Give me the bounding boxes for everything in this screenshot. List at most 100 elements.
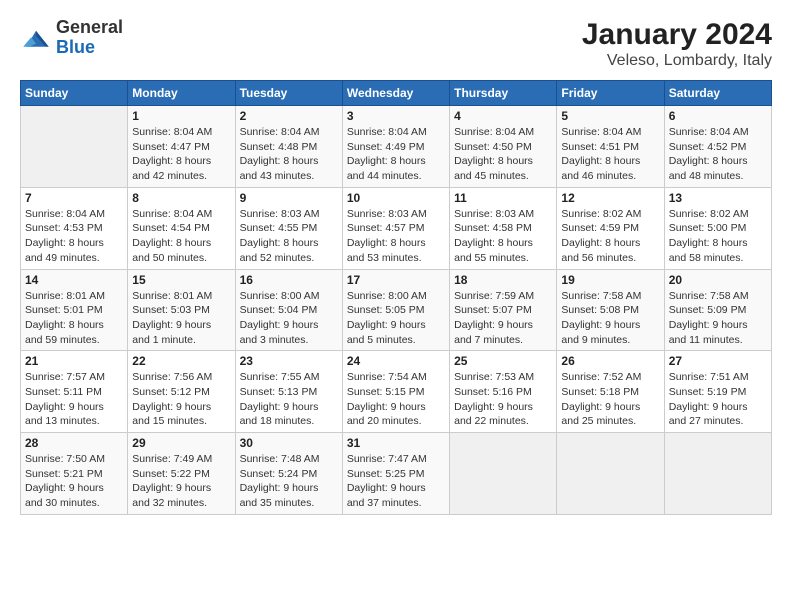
calendar-cell: 5 Sunrise: 8:04 AMSunset: 4:51 PMDaylight… — [557, 106, 664, 188]
calendar-cell: 22 Sunrise: 7:56 AMSunset: 5:12 PMDayligh… — [128, 351, 235, 433]
day-number: 20 — [669, 273, 767, 287]
calendar-cell: 29Sunrise: 7:49 AMSunset: 5:22 PMDayligh… — [128, 433, 235, 515]
day-info: Sunrise: 8:04 AMSunset: 4:54 PMDaylight:… — [132, 207, 230, 266]
calendar-cell: 2 Sunrise: 8:04 AMSunset: 4:48 PMDaylight… — [235, 106, 342, 188]
header: General Blue January 2024 Veleso, Lombar… — [20, 18, 772, 70]
day-info: Sunrise: 7:57 AMSunset: 5:11 PMDaylight:… — [25, 370, 123, 429]
calendar-cell: 8Sunrise: 8:04 AMSunset: 4:54 PMDaylight… — [128, 187, 235, 269]
day-number: 25 — [454, 354, 552, 368]
calendar-cell: 27Sunrise: 7:51 AMSunset: 5:19 PMDayligh… — [664, 351, 771, 433]
page-title: January 2024 — [582, 18, 772, 52]
day-number: 13 — [669, 191, 767, 205]
calendar-week-row: 7Sunrise: 8:04 AMSunset: 4:53 PMDaylight… — [21, 187, 772, 269]
day-number: 26 — [561, 354, 659, 368]
day-info: Sunrise: 8:01 AMSunset: 5:03 PMDaylight:… — [132, 289, 230, 348]
day-number: 6 — [669, 109, 767, 123]
day-info: Sunrise: 7:51 AMSunset: 5:19 PMDaylight:… — [669, 370, 767, 429]
calendar-cell: 14Sunrise: 8:01 AMSunset: 5:01 PMDayligh… — [21, 269, 128, 351]
day-info: Sunrise: 7:55 AMSunset: 5:13 PMDaylight:… — [240, 370, 338, 429]
day-info: Sunrise: 8:04 AMSunset: 4:49 PMDaylight:… — [347, 125, 445, 184]
calendar-cell: 10 Sunrise: 8:03 AMSunset: 4:57 PMDayligh… — [342, 187, 449, 269]
calendar-cell — [450, 433, 557, 515]
day-info: Sunrise: 8:03 AMSunset: 4:55 PMDaylight:… — [240, 207, 338, 266]
calendar-cell: 16 Sunrise: 8:00 AMSunset: 5:04 PMDayligh… — [235, 269, 342, 351]
weekday-header: Friday — [557, 81, 664, 106]
calendar-cell: 15 Sunrise: 8:01 AMSunset: 5:03 PMDayligh… — [128, 269, 235, 351]
calendar-cell — [21, 106, 128, 188]
page: General Blue January 2024 Veleso, Lombar… — [0, 0, 792, 612]
day-info: Sunrise: 8:04 AMSunset: 4:47 PMDaylight:… — [132, 125, 230, 184]
logo-general-text: General — [56, 17, 123, 37]
day-info: Sunrise: 7:58 AMSunset: 5:09 PMDaylight:… — [669, 289, 767, 348]
calendar-cell: 4Sunrise: 8:04 AMSunset: 4:50 PMDaylight… — [450, 106, 557, 188]
logo: General Blue — [20, 18, 123, 58]
day-number: 15 — [132, 273, 230, 287]
weekday-header: Tuesday — [235, 81, 342, 106]
day-info: Sunrise: 7:56 AMSunset: 5:12 PMDaylight:… — [132, 370, 230, 429]
calendar-week-row: 21Sunrise: 7:57 AMSunset: 5:11 PMDayligh… — [21, 351, 772, 433]
day-number: 19 — [561, 273, 659, 287]
day-number: 17 — [347, 273, 445, 287]
day-number: 18 — [454, 273, 552, 287]
day-number: 3 — [347, 109, 445, 123]
day-number: 23 — [240, 354, 338, 368]
day-info: Sunrise: 7:58 AMSunset: 5:08 PMDaylight:… — [561, 289, 659, 348]
day-number: 9 — [240, 191, 338, 205]
calendar-cell: 20 Sunrise: 7:58 AMSunset: 5:09 PMDayligh… — [664, 269, 771, 351]
calendar-header: SundayMondayTuesdayWednesdayThursdayFrid… — [21, 81, 772, 106]
day-number: 22 — [132, 354, 230, 368]
day-info: Sunrise: 8:03 AMSunset: 4:57 PMDaylight:… — [347, 207, 445, 266]
weekday-header: Monday — [128, 81, 235, 106]
day-info: Sunrise: 8:00 AMSunset: 5:05 PMDaylight:… — [347, 289, 445, 348]
calendar-cell: 1 Sunrise: 8:04 AMSunset: 4:47 PMDaylight… — [128, 106, 235, 188]
calendar-cell: 12 Sunrise: 8:02 AMSunset: 4:59 PMDayligh… — [557, 187, 664, 269]
weekday-header: Wednesday — [342, 81, 449, 106]
calendar: SundayMondayTuesdayWednesdayThursdayFrid… — [20, 80, 772, 515]
day-info: Sunrise: 7:52 AMSunset: 5:18 PMDaylight:… — [561, 370, 659, 429]
day-info: Sunrise: 8:04 AMSunset: 4:51 PMDaylight:… — [561, 125, 659, 184]
day-info: Sunrise: 7:59 AMSunset: 5:07 PMDaylight:… — [454, 289, 552, 348]
calendar-cell: 24Sunrise: 7:54 AMSunset: 5:15 PMDayligh… — [342, 351, 449, 433]
day-info: Sunrise: 7:48 AMSunset: 5:24 PMDaylight:… — [240, 452, 338, 511]
day-info: Sunrise: 8:02 AMSunset: 5:00 PMDaylight:… — [669, 207, 767, 266]
day-number: 24 — [347, 354, 445, 368]
calendar-cell — [557, 433, 664, 515]
calendar-week-row: 14Sunrise: 8:01 AMSunset: 5:01 PMDayligh… — [21, 269, 772, 351]
day-number: 2 — [240, 109, 338, 123]
weekday-header: Saturday — [664, 81, 771, 106]
day-info: Sunrise: 7:47 AMSunset: 5:25 PMDaylight:… — [347, 452, 445, 511]
calendar-cell: 21Sunrise: 7:57 AMSunset: 5:11 PMDayligh… — [21, 351, 128, 433]
weekday-header: Thursday — [450, 81, 557, 106]
calendar-cell: 28Sunrise: 7:50 AMSunset: 5:21 PMDayligh… — [21, 433, 128, 515]
calendar-cell: 23 Sunrise: 7:55 AMSunset: 5:13 PMDayligh… — [235, 351, 342, 433]
day-number: 11 — [454, 191, 552, 205]
calendar-cell: 18 Sunrise: 7:59 AMSunset: 5:07 PMDayligh… — [450, 269, 557, 351]
title-block: January 2024 Veleso, Lombardy, Italy — [582, 18, 772, 70]
day-info: Sunrise: 8:04 AMSunset: 4:52 PMDaylight:… — [669, 125, 767, 184]
day-info: Sunrise: 7:53 AMSunset: 5:16 PMDaylight:… — [454, 370, 552, 429]
weekday-header: Sunday — [21, 81, 128, 106]
day-info: Sunrise: 8:02 AMSunset: 4:59 PMDaylight:… — [561, 207, 659, 266]
day-number: 31 — [347, 436, 445, 450]
calendar-cell: 7Sunrise: 8:04 AMSunset: 4:53 PMDaylight… — [21, 187, 128, 269]
calendar-cell: 31 Sunrise: 7:47 AMSunset: 5:25 PMDayligh… — [342, 433, 449, 515]
calendar-cell: 19 Sunrise: 7:58 AMSunset: 5:08 PMDayligh… — [557, 269, 664, 351]
calendar-cell: 26 Sunrise: 7:52 AMSunset: 5:18 PMDayligh… — [557, 351, 664, 433]
day-info: Sunrise: 8:01 AMSunset: 5:01 PMDaylight:… — [25, 289, 123, 348]
logo-blue-text: Blue — [56, 37, 95, 57]
calendar-cell: 11Sunrise: 8:03 AMSunset: 4:58 PMDayligh… — [450, 187, 557, 269]
day-number: 4 — [454, 109, 552, 123]
day-number: 5 — [561, 109, 659, 123]
calendar-cell: 13 Sunrise: 8:02 AMSunset: 5:00 PMDayligh… — [664, 187, 771, 269]
day-info: Sunrise: 7:50 AMSunset: 5:21 PMDaylight:… — [25, 452, 123, 511]
calendar-week-row: 1 Sunrise: 8:04 AMSunset: 4:47 PMDaylight… — [21, 106, 772, 188]
day-number: 1 — [132, 109, 230, 123]
day-number: 30 — [240, 436, 338, 450]
day-number: 12 — [561, 191, 659, 205]
day-info: Sunrise: 8:00 AMSunset: 5:04 PMDaylight:… — [240, 289, 338, 348]
day-info: Sunrise: 8:04 AMSunset: 4:48 PMDaylight:… — [240, 125, 338, 184]
calendar-cell: 9 Sunrise: 8:03 AMSunset: 4:55 PMDaylight… — [235, 187, 342, 269]
day-number: 7 — [25, 191, 123, 205]
day-number: 16 — [240, 273, 338, 287]
day-number: 10 — [347, 191, 445, 205]
